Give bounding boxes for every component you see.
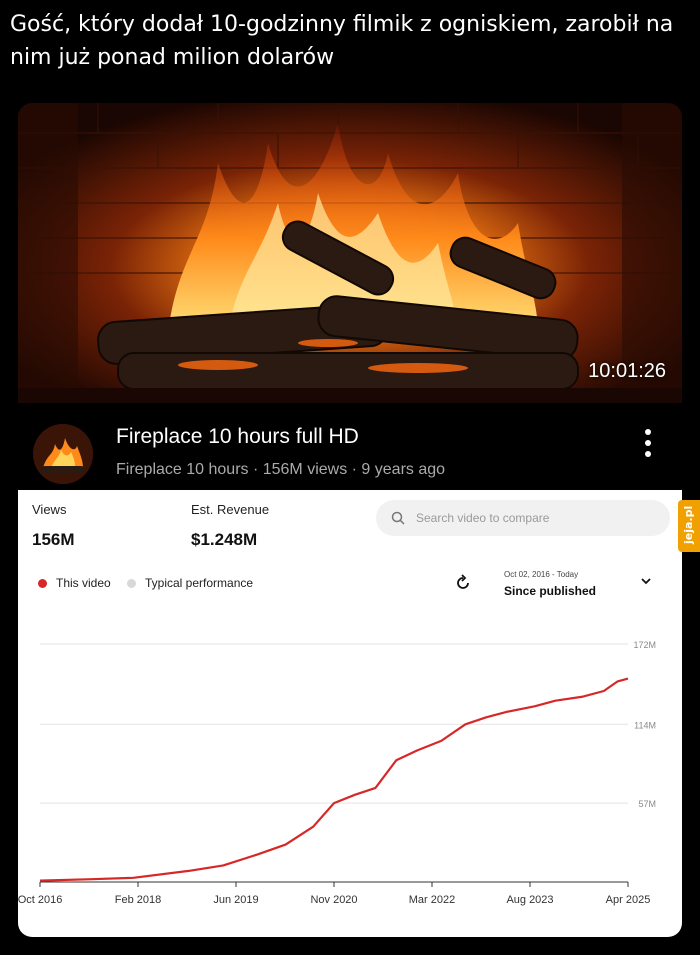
- series-line-this-video: [39, 677, 629, 882]
- legend-typical[interactable]: Typical performance: [145, 576, 253, 590]
- video-meta: Fireplace 10 hours · 156M views · 9 year…: [116, 461, 446, 478]
- x-tick-label: Nov 2020: [310, 894, 357, 906]
- legend-this-video[interactable]: This video: [56, 576, 111, 590]
- x-tick-label: Apr 2025: [606, 894, 651, 906]
- analytics-panel: Views 156M Est. Revenue $1.248M Search v…: [18, 490, 682, 937]
- this-video-legend-dot: [38, 579, 47, 588]
- headline: Gość, który dodał 10-godzinny filmik z o…: [10, 12, 674, 70]
- watermark-logo: jeja.pl: [678, 500, 700, 552]
- video-title[interactable]: Fireplace 10 hours full HD: [116, 425, 359, 449]
- video-info: Fireplace 10 hours full HD Fireplace 10 …: [18, 403, 682, 490]
- views-chart: 57M 114M 172M Oct 2016 Feb 2018 Jun 2019 Nov 2…: [18, 640, 656, 906]
- x-tick-label: Oct 2016: [18, 894, 62, 906]
- x-tick-label: Feb 2018: [115, 894, 161, 906]
- refresh-icon[interactable]: [454, 574, 472, 592]
- fireplace-image: [18, 103, 682, 403]
- date-range-label: Since published: [504, 584, 597, 598]
- channel-avatar[interactable]: [33, 424, 93, 484]
- chevron-down-icon: [641, 578, 651, 585]
- x-tick-label: Mar 2022: [409, 894, 455, 906]
- revenue-value: $1.248M: [191, 530, 258, 549]
- y-tick-label: 114M: [634, 720, 656, 730]
- watermark-text: jeja.pl: [682, 505, 695, 544]
- views-value: 156M: [32, 530, 75, 549]
- typical-legend-dot: [127, 579, 136, 588]
- x-tick-label: Jun 2019: [213, 894, 258, 906]
- y-tick-label: 57M: [638, 799, 656, 809]
- views-label: Views: [32, 502, 67, 517]
- revenue-label: Est. Revenue: [191, 502, 270, 517]
- fire-icon: [33, 424, 93, 484]
- search-icon: [391, 511, 405, 525]
- compare-search-input[interactable]: Search video to compare: [376, 500, 670, 536]
- x-tick-label: Aug 2023: [506, 894, 553, 906]
- more-options-icon[interactable]: [644, 429, 652, 461]
- video-thumbnail[interactable]: 10:01:26: [18, 103, 682, 403]
- date-range-text: Oct 02, 2016 - Today: [504, 570, 579, 579]
- video-duration: 10:01:26: [588, 360, 666, 382]
- search-placeholder: Search video to compare: [416, 511, 550, 525]
- y-tick-label: 172M: [633, 640, 656, 650]
- date-range-select[interactable]: Oct 02, 2016 - Today Since published: [492, 560, 662, 604]
